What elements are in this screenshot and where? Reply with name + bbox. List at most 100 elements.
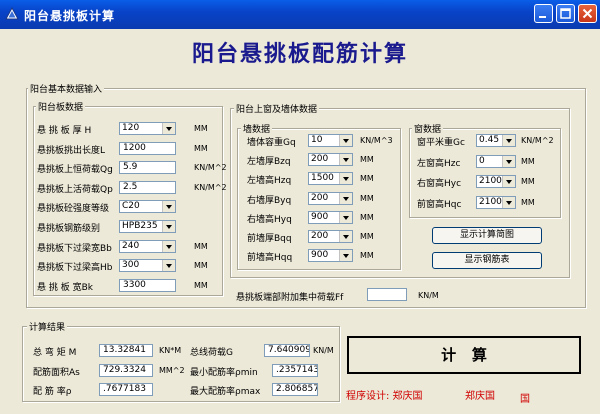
- field-value: 2100: [479, 197, 502, 208]
- field-value: 2.5: [123, 181, 138, 192]
- field-value: 200: [311, 154, 329, 165]
- title-bar: 阳台悬挑板计算: [0, 0, 600, 29]
- minimize-button[interactable]: [534, 4, 553, 23]
- slab-row-input[interactable]: 5.9: [119, 161, 176, 175]
- wall-row-unit: KN/M^3: [360, 136, 393, 145]
- wall-row-select[interactable]: 200: [308, 153, 353, 167]
- slab-row-select[interactable]: C20: [119, 200, 176, 214]
- credit-name-fragment: 国: [520, 394, 530, 405]
- close-button[interactable]: [578, 4, 597, 23]
- wall-row-select[interactable]: 200: [308, 191, 353, 205]
- wall-row-label: 前墙高Hqq: [247, 253, 293, 264]
- wall-row-label: 墙体容重Gq: [247, 138, 296, 148]
- wall-row-select[interactable]: 900: [308, 210, 353, 224]
- slab-row-select[interactable]: 120: [119, 122, 176, 135]
- slab-row-label: 悬挑板钢筋级别: [37, 224, 101, 234]
- wall-row-select[interactable]: 1500: [308, 172, 353, 186]
- slab-row-label: 悬挑板砼强度等级: [37, 204, 110, 215]
- wall-row-select[interactable]: 10: [308, 134, 353, 147]
- line-load-value: 7.640909: [264, 344, 310, 357]
- slab-row-label: 悬挑板挑出长度L: [37, 145, 106, 156]
- slab-row-label: 悬 挑 板 厚 H: [37, 126, 92, 136]
- chevron-down-icon[interactable]: [162, 201, 175, 213]
- chevron-down-icon[interactable]: [162, 123, 175, 134]
- line-load-unit: KN/M: [313, 346, 334, 355]
- end-load-input[interactable]: [367, 288, 407, 301]
- chevron-down-icon[interactable]: [502, 155, 515, 167]
- wall-row-unit: MM: [360, 251, 374, 261]
- slab-row-input[interactable]: 2.5: [119, 180, 176, 194]
- chevron-down-icon[interactable]: [339, 173, 352, 185]
- field-value: 900: [311, 250, 329, 261]
- steel-area-unit: MM^2: [159, 366, 185, 375]
- wall-row-select[interactable]: 900: [308, 249, 353, 263]
- min-ratio-label: 最小配筋率ρmin: [190, 368, 258, 378]
- chevron-down-icon[interactable]: [339, 211, 352, 223]
- field-value: 2100: [479, 176, 502, 187]
- slab-row-input[interactable]: 1200: [119, 141, 176, 155]
- chevron-down-icon[interactable]: [162, 240, 175, 252]
- chevron-down-icon[interactable]: [162, 260, 175, 272]
- slab-row-select[interactable]: 300: [119, 259, 176, 273]
- wall-row-unit: MM: [360, 193, 374, 203]
- slab-row-select[interactable]: 240: [119, 239, 176, 253]
- field-value: 5.9: [123, 162, 138, 173]
- slab-row-unit: KN/M^2: [194, 182, 227, 192]
- chevron-down-icon[interactable]: [339, 192, 352, 204]
- line-load-label: 总线荷载G: [190, 348, 233, 358]
- wall-row-label: 前墙厚Bqq: [247, 234, 292, 244]
- win-row-unit: MM: [521, 177, 535, 187]
- slab-row-label: 悬 挑 板 宽Bk: [37, 282, 93, 293]
- slab-row-unit: KN/M^2: [194, 163, 227, 173]
- chevron-down-icon[interactable]: [339, 231, 352, 242]
- win-row-select[interactable]: 2100: [476, 196, 516, 210]
- chevron-down-icon[interactable]: [339, 154, 352, 166]
- ratio-value: .7677183: [99, 383, 153, 396]
- show-rebar-table-button[interactable]: 显示钢筋表: [432, 252, 542, 269]
- moment-unit: KN*M: [159, 346, 182, 355]
- chevron-down-icon[interactable]: [502, 197, 515, 209]
- chevron-down-icon[interactable]: [339, 135, 352, 146]
- end-load-unit: KN/M: [418, 291, 439, 300]
- win-row-select[interactable]: 2100: [476, 175, 516, 189]
- results-group-label: 计算结果: [27, 320, 68, 333]
- min-ratio-value: .2357143: [272, 364, 318, 377]
- slab-row-input[interactable]: 3300: [119, 278, 176, 292]
- wall-row-label: 右墙高Hyq: [247, 214, 292, 225]
- win-row-select[interactable]: 0.45: [476, 134, 516, 147]
- calculate-button[interactable]: 计 算: [347, 336, 581, 374]
- chevron-down-icon[interactable]: [162, 221, 175, 232]
- wall-row-unit: MM: [360, 232, 374, 241]
- win-row-label: 前窗高Hqc: [417, 200, 462, 211]
- main-heading: 阳台悬挑板配筋计算: [191, 41, 408, 67]
- close-icon: [582, 8, 593, 19]
- credit-designer: 程序设计: 郑庆国: [346, 391, 423, 402]
- slab-row-label: 悬挑板上活荷载Qp: [37, 184, 113, 195]
- win-row-label: 右窗高Hyc: [417, 179, 462, 190]
- win-row-select[interactable]: 0: [476, 154, 516, 168]
- maximize-button[interactable]: [556, 4, 575, 23]
- wall-row-unit: MM: [360, 174, 374, 184]
- chevron-down-icon[interactable]: [502, 176, 515, 188]
- slab-row-label: 悬挑板下过梁高Hb: [37, 263, 113, 274]
- slab-row-label: 悬挑板上恒荷载Qg: [37, 165, 113, 176]
- field-value: 10: [311, 135, 323, 145]
- field-value: 200: [311, 231, 329, 241]
- chevron-down-icon[interactable]: [502, 135, 515, 146]
- show-diagram-button[interactable]: 显示计算简图: [432, 227, 542, 244]
- wall-row-label: 左墙厚Bzq: [247, 157, 291, 168]
- field-value: 0.45: [479, 135, 500, 145]
- max-ratio-label: 最大配筋率ρmax: [190, 387, 261, 397]
- win-row-unit: KN/M^2: [521, 136, 554, 145]
- field-value: 200: [311, 192, 329, 203]
- maximize-icon: [560, 8, 571, 19]
- chevron-down-icon[interactable]: [339, 250, 352, 262]
- steel-area-label: 配筋面积As: [33, 368, 80, 378]
- slab-row-unit: MM: [194, 241, 208, 251]
- win-row-unit: MM: [521, 156, 535, 166]
- wall-row-select[interactable]: 200: [308, 230, 353, 243]
- moment-value: 13.32841: [99, 344, 153, 357]
- window-title: 阳台悬挑板计算: [24, 9, 116, 23]
- window-data-group-label: 窗数据: [412, 122, 444, 135]
- slab-row-select[interactable]: HPB235: [119, 220, 176, 233]
